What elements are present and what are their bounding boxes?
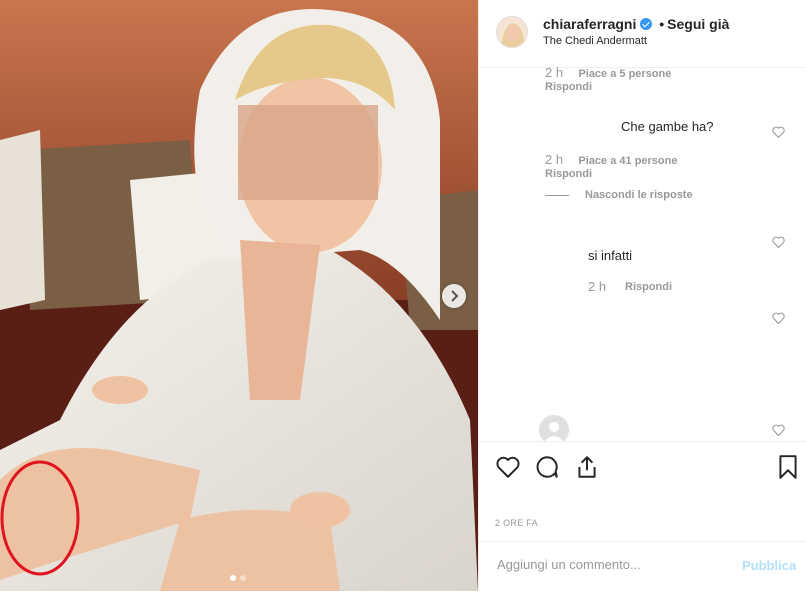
post-photo[interactable] [0, 0, 478, 591]
comment-likes[interactable]: Piace a 41 persone [578, 155, 677, 167]
comment-time: 2 h [588, 279, 607, 294]
add-comment-input[interactable] [495, 556, 729, 573]
comment-likes[interactable]: Piace a 5 persone [578, 68, 671, 80]
comment-icon[interactable] [534, 454, 560, 480]
comment-time: 2 h [545, 67, 564, 80]
verified-badge-icon [640, 18, 653, 30]
post-date: 2 ORE FA [495, 518, 538, 528]
pixelated-face [238, 105, 378, 200]
reply-button[interactable]: Rispondi [545, 168, 592, 180]
next-photo-button[interactable] [442, 284, 466, 308]
publish-button[interactable]: Pubblica [742, 558, 796, 573]
post-side-panel: chiaraferragni • Segui già The Chedi Ande… [478, 0, 806, 591]
reply-button[interactable]: Rispondi [625, 281, 672, 293]
follow-button[interactable]: Segui già [667, 16, 729, 32]
bookmark-icon[interactable] [775, 454, 801, 480]
header-line: chiaraferragni • Segui già [543, 16, 729, 32]
carousel-dot [240, 575, 246, 581]
post-actions: 2 ORE FA [479, 441, 806, 537]
share-icon[interactable] [574, 454, 600, 480]
comment-meta: 2 h [588, 279, 606, 294]
comment-heart-icon[interactable] [772, 126, 785, 138]
comment-meta: 2 h Piace a 5 persone [545, 67, 671, 80]
add-comment-bar: Pubblica [479, 541, 806, 592]
comment-meta: 2 h Piace a 41 persone [545, 152, 677, 167]
avatar[interactable] [496, 16, 528, 48]
comment-heart-icon[interactable] [772, 424, 785, 436]
photo-illustration [0, 0, 478, 591]
reply-button[interactable]: Rispondi [545, 81, 592, 93]
chevron-right-icon [451, 290, 459, 302]
avatar-image [497, 17, 527, 47]
carousel-dot-active [230, 575, 236, 581]
heart-icon[interactable] [495, 454, 521, 480]
hide-replies-button[interactable]: Nascondi le risposte [585, 189, 693, 201]
carousel-indicator [230, 575, 246, 581]
hide-replies-line [545, 195, 569, 196]
location-link[interactable]: The Chedi Andermatt [543, 35, 647, 47]
separator-bullet: • [659, 16, 665, 32]
comment-heart-icon[interactable] [772, 236, 785, 248]
comment-text: si infatti [588, 248, 633, 263]
post-header: chiaraferragni • Segui già The Chedi Ande… [479, 0, 806, 68]
comment-time: 2 h [545, 152, 564, 167]
comment-avatar-placeholder[interactable] [538, 414, 570, 441]
comment-heart-icon[interactable] [772, 312, 785, 324]
comments-list[interactable]: 2 h Piace a 5 persone Rispondi Che gambe… [479, 67, 806, 441]
username-link[interactable]: chiaraferragni [543, 16, 636, 32]
comment-text: Che gambe ha? [621, 119, 714, 134]
